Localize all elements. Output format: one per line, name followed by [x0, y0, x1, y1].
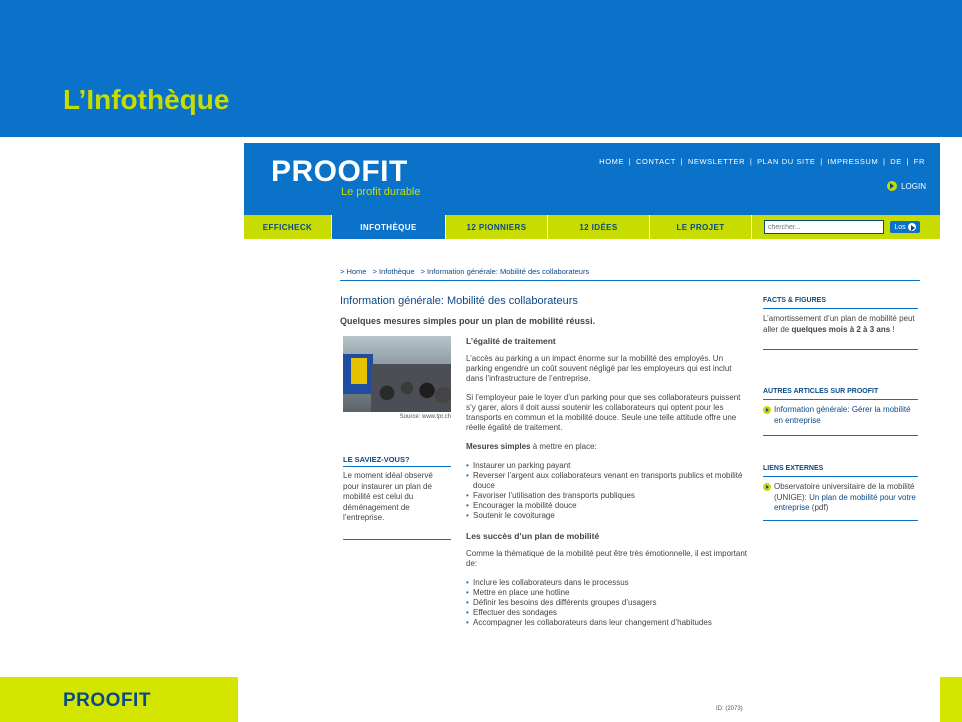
- tab-le-projet[interactable]: LE PROJET: [650, 215, 752, 239]
- section-heading: L’égalité de traitement: [466, 336, 556, 346]
- slide-footer-accent: [940, 677, 962, 722]
- article-photo: [343, 336, 451, 412]
- list-item: Reverser l’argent aux collaborateurs ven…: [466, 471, 748, 491]
- search-input[interactable]: [764, 220, 884, 234]
- top-nav-separator: |: [882, 157, 886, 166]
- list-item: Mettre en place une hotline: [466, 588, 748, 598]
- tab-12-idees[interactable]: 12 IDÉES: [548, 215, 650, 239]
- paragraph: Si l’employeur paie le loyer d’un parkin…: [466, 393, 741, 432]
- site-header: PROOFIT Le profit durable HOME | CONTACT…: [244, 143, 940, 215]
- top-nav-impressum[interactable]: IMPRESSUM: [827, 157, 878, 166]
- footer-brand: PROOFIT: [63, 690, 151, 711]
- divider: [343, 466, 451, 467]
- list-item: Instaurer un parking payant: [466, 461, 748, 471]
- login-label: LOGIN: [901, 181, 926, 191]
- top-nav-newsletter[interactable]: NEWSLETTER: [688, 157, 745, 166]
- breadcrumb: > Home > Infothèque > Information généra…: [340, 267, 920, 281]
- facts-text: L’amortissement d’un plan de mobilité pe…: [763, 314, 918, 350]
- site-logo[interactable]: PROOFIT: [271, 155, 408, 189]
- breadcrumb-current[interactable]: > Information générale: Mobilité des col…: [421, 267, 590, 276]
- did-you-know-text: Le moment idéal observé pour instaurer u…: [343, 471, 433, 522]
- photo-caption: Source: www.tpr.ch: [399, 414, 451, 420]
- top-nav: HOME | CONTACT | NEWSLETTER | PLAN DU SI…: [598, 157, 926, 166]
- arrow-circle-icon: [887, 181, 898, 191]
- article-title: Information générale: Mobilité des colla…: [340, 295, 578, 307]
- breadcrumb-infotheque[interactable]: > Infothèque: [373, 267, 415, 276]
- login-link[interactable]: LOGIN: [887, 181, 926, 191]
- list-item: Encourager la mobilité douce: [466, 501, 748, 511]
- external-links-box: LIENS EXTERNES Observatoire universitair…: [763, 465, 918, 521]
- arrow-circle-icon: [907, 223, 916, 231]
- top-nav-separator: |: [628, 157, 632, 166]
- list-item: Effectuer des sondages: [466, 608, 748, 618]
- paragraph: Mesures simples à mettre en place:: [466, 442, 597, 451]
- external-link[interactable]: Observatoire universitaire de la mobilit…: [763, 482, 918, 521]
- slide-title: L’Infothèque: [63, 84, 230, 115]
- section-heading: Les succès d’un plan de mobilité: [466, 531, 600, 541]
- top-nav-contact[interactable]: CONTACT: [636, 157, 676, 166]
- divider: [343, 539, 451, 540]
- slide-header: [0, 0, 962, 137]
- paragraph: Comme la thématique de la mobilité peut …: [466, 549, 748, 568]
- arrow-circle-icon: [763, 483, 771, 491]
- top-nav-home[interactable]: HOME: [599, 157, 624, 166]
- top-nav-separator: |: [749, 157, 753, 166]
- top-nav-lang-fr[interactable]: FR: [914, 157, 925, 166]
- article-body: L’égalité de traitement L’accès au parki…: [466, 336, 748, 638]
- external-links-title: LIENS EXTERNES: [763, 465, 918, 477]
- facts-title: FACTS & FIGURES: [763, 297, 918, 309]
- tab-12-pionniers[interactable]: 12 PIONNIERS: [446, 215, 548, 239]
- measures-list: Instaurer un parking payant Reverser l’a…: [466, 461, 748, 521]
- list-item: Accompagner les collaborateurs dans leur…: [466, 618, 748, 628]
- arrow-circle-icon: [763, 406, 771, 414]
- article-subtitle: Quelques mesures simples pour un plan de…: [340, 316, 596, 326]
- other-articles-title: AUTRES ARTICLES SUR PROOFIT: [763, 388, 918, 400]
- other-articles-box: AUTRES ARTICLES SUR PROOFIT Information …: [763, 388, 918, 436]
- successes-list: Inclure les collaborateurs dans le proce…: [466, 578, 748, 628]
- list-item: Inclure les collaborateurs dans le proce…: [466, 578, 748, 588]
- breadcrumb-home[interactable]: > Home: [340, 267, 366, 276]
- did-you-know-title: LE SAVIEZ-VOUS?: [343, 455, 410, 464]
- search-bar: Los: [764, 219, 924, 235]
- facts-box: FACTS & FIGURES L’amortissement d’un pla…: [763, 297, 918, 350]
- top-nav-separator: |: [906, 157, 910, 166]
- tab-infotheque[interactable]: INFOTHÈQUE: [332, 215, 446, 239]
- list-item: Soutenir le covoiturage: [466, 511, 748, 521]
- top-nav-lang-de[interactable]: DE: [890, 157, 902, 166]
- search-button[interactable]: Los: [890, 221, 920, 233]
- website-screenshot: PROOFIT Le profit durable HOME | CONTACT…: [244, 143, 940, 722]
- top-nav-separator: |: [680, 157, 684, 166]
- paragraph: L’accès au parking a un impact énorme su…: [466, 354, 732, 383]
- tab-efficheck[interactable]: EFFICHECK: [244, 215, 332, 239]
- other-article-link[interactable]: Information générale: Gérer la mobilité …: [763, 405, 918, 436]
- top-nav-sitemap[interactable]: PLAN DU SITE: [757, 157, 815, 166]
- page-id: ID: (2073): [716, 706, 743, 712]
- list-item: Favoriser l’utilisation des transports p…: [466, 491, 748, 501]
- logo-tagline: Le profit durable: [341, 186, 421, 198]
- list-item: Définir les besoins des différents group…: [466, 598, 748, 608]
- top-nav-separator: |: [820, 157, 823, 166]
